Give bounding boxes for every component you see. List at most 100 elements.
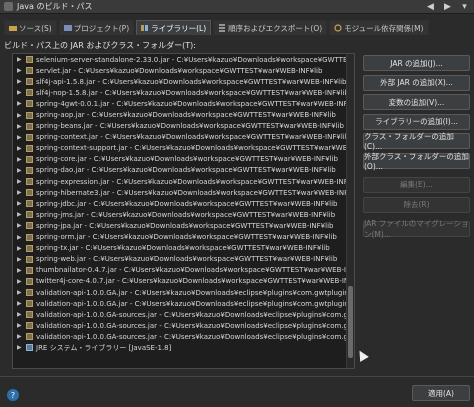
list-item[interactable]: ▶ validation-api-1.0.0.GA-sources.jar - C…	[13, 320, 354, 331]
list-item[interactable]: ▶ JRE システム・ライブラリー [JavaSE-1.8]	[13, 342, 354, 353]
expand-chevron-icon[interactable]: ▶	[17, 222, 24, 229]
list-item-label: validation-api-1.0.0.GA.jar - C:¥Users¥k…	[36, 299, 354, 308]
add-jar-button[interactable]: JAR の追加(J)...	[363, 55, 470, 71]
forward-arrow-icon[interactable]: ▶	[442, 1, 453, 12]
list-item[interactable]: ▶ validation-api-1.0.0.GA.jar - C:¥Users¥…	[13, 287, 354, 298]
list-item[interactable]: ▶ validation-api-1.0.0.GA-sources.jar - C…	[13, 309, 354, 320]
list-item-label: spring-aop.jar - C:¥Users¥kazuo¥Download…	[36, 111, 336, 120]
jar-icon	[26, 144, 33, 152]
list-item[interactable]: ▶ spring-4gwt-0.0.1.jar - C:¥Users¥kazuo¥…	[13, 98, 354, 109]
jar-icon	[26, 100, 33, 108]
list-item[interactable]: ▶ spring-beans.jar - C:¥Users¥kazuo¥Downl…	[13, 121, 354, 132]
expand-chevron-icon[interactable]: ▶	[17, 123, 24, 130]
list-item[interactable]: ▶ slf4j-nop-1.5.8.jar - C:¥Users¥kazuo¥Do…	[13, 87, 354, 98]
list-item[interactable]: ▶ spring-expression.jar - C:¥Users¥kazuo¥…	[13, 176, 354, 187]
jar-icon	[26, 233, 33, 241]
list-item[interactable]: ▶ thumbnailator-0.4.7.jar - C:¥Users¥kazu…	[13, 265, 354, 276]
list-item[interactable]: ▶ spring-jpa.jar - C:¥Users¥kazuo¥Downloa…	[13, 220, 354, 231]
tab-source[interactable]: ソース(S)	[4, 20, 57, 35]
expand-chevron-icon[interactable]: ▶	[17, 78, 24, 85]
expand-chevron-icon[interactable]: ▶	[17, 344, 24, 351]
expand-chevron-icon[interactable]: ▶	[17, 211, 24, 218]
window-title: Java のビルド・パス	[17, 2, 93, 11]
list-item[interactable]: ▶ validation-api-1.0.0.GA-sources.jar - C…	[13, 331, 354, 342]
expand-chevron-icon[interactable]: ▶	[17, 245, 24, 252]
classpath-entry-list[interactable]: ▶ selenium-server-standalone-2.33.0.jar -…	[12, 53, 355, 369]
list-item[interactable]: ▶ spring-orm.jar - C:¥Users¥kazuo¥Downloa…	[13, 232, 354, 243]
expand-chevron-icon[interactable]: ▶	[17, 189, 24, 196]
edit-button[interactable]: 編集(E)...	[363, 176, 470, 193]
tab-projects[interactable]: プロジェクト(P)	[58, 20, 135, 35]
list-item[interactable]: ▶ spring-context.jar - C:¥Users¥kazuo¥Dow…	[13, 132, 354, 143]
add-external-jar-button[interactable]: 外部 JAR の追加(X)...	[363, 74, 470, 91]
list-item-label: spring-web.jar - C:¥Users¥kazuo¥Download…	[36, 255, 338, 264]
tab-order-export-label: 順序およびエクスポート(O)	[228, 23, 323, 33]
list-item[interactable]: ▶ twitter4j-core-4.0.7.jar - C:¥Users¥kaz…	[13, 276, 354, 287]
list-item-label: spring-jms.jar - C:¥Users¥kazuo¥Download…	[36, 210, 336, 219]
vertical-scrollbar[interactable]	[346, 54, 354, 368]
classpath-rows: ▶ selenium-server-standalone-2.33.0.jar -…	[13, 54, 354, 354]
list-item-label: spring-hibernate3.jar - C:¥Users¥kazuo¥D…	[36, 188, 354, 197]
tab-libraries[interactable]: ライブラリー(L)	[136, 20, 212, 35]
mouse-cursor-icon	[355, 348, 369, 362]
list-item[interactable]: ▶ spring-dao.jar - C:¥Users¥kazuo¥Downloa…	[13, 165, 354, 176]
expand-chevron-icon[interactable]: ▶	[17, 89, 24, 96]
list-item-label: slf4j-nop-1.5.8.jar - C:¥Users¥kazuo¥Dow…	[36, 88, 349, 97]
expand-chevron-icon[interactable]: ▶	[17, 322, 24, 329]
expand-chevron-icon[interactable]: ▶	[17, 134, 24, 141]
add-library-button[interactable]: ライブラリーの追加(I)...	[363, 113, 470, 130]
order-icon	[219, 24, 226, 32]
expand-chevron-icon[interactable]: ▶	[17, 289, 24, 296]
list-item[interactable]: ▶ servlet.jar - C:¥Users¥kazuo¥Downloads¥…	[13, 65, 354, 76]
list-item[interactable]: ▶ spring-core.jar - C:¥Users¥kazuo¥Downlo…	[13, 154, 354, 165]
expand-chevron-icon[interactable]: ▶	[17, 333, 24, 340]
list-item[interactable]: ▶ spring-tx.jar - C:¥Users¥kazuo¥Download…	[13, 243, 354, 254]
jar-icon	[26, 155, 33, 163]
list-item[interactable]: ▶ spring-aop.jar - C:¥Users¥kazuo¥Downloa…	[13, 109, 354, 120]
expand-chevron-icon[interactable]: ▶	[17, 167, 24, 174]
list-item-label: spring-jdbc.jar - C:¥Users¥kazuo¥Downloa…	[36, 199, 338, 208]
expand-chevron-icon[interactable]: ▶	[17, 234, 24, 241]
expand-chevron-icon[interactable]: ▶	[17, 56, 24, 63]
add-variable-button[interactable]: 変数の追加(V)...	[363, 94, 470, 111]
list-item[interactable]: ▶ spring-jms.jar - C:¥Users¥kazuo¥Downloa…	[13, 209, 354, 220]
expand-chevron-icon[interactable]: ▶	[17, 178, 24, 185]
menu-chevron-icon[interactable]: ▾	[459, 1, 470, 12]
list-item[interactable]: ▶ spring-web.jar - C:¥Users¥kazuo¥Downloa…	[13, 254, 354, 265]
jar-icon	[26, 222, 33, 230]
list-item[interactable]: ▶ spring-hibernate3.jar - C:¥Users¥kazuo¥…	[13, 187, 354, 198]
expand-chevron-icon[interactable]: ▶	[17, 256, 24, 263]
library-icon	[141, 25, 149, 31]
back-arrow-icon[interactable]: ◀	[425, 1, 436, 12]
expand-chevron-icon[interactable]: ▶	[17, 300, 24, 307]
scrollbar-thumb[interactable]	[348, 286, 353, 358]
expand-chevron-icon[interactable]: ▶	[17, 311, 24, 318]
expand-chevron-icon[interactable]: ▶	[17, 67, 24, 74]
expand-chevron-icon[interactable]: ▶	[17, 156, 24, 163]
list-item[interactable]: ▶ selenium-server-standalone-2.33.0.jar -…	[13, 54, 354, 65]
jar-icon	[26, 200, 33, 208]
expand-chevron-icon[interactable]: ▶	[17, 278, 24, 285]
expand-chevron-icon[interactable]: ▶	[17, 100, 24, 107]
list-item[interactable]: ▶ validation-api-1.0.0.GA.jar - C:¥Users¥…	[13, 298, 354, 309]
expand-chevron-icon[interactable]: ▶	[17, 200, 24, 207]
expand-chevron-icon[interactable]: ▶	[17, 145, 24, 152]
jar-icon	[26, 277, 33, 285]
list-item-label: spring-jpa.jar - C:¥Users¥kazuo¥Download…	[36, 221, 334, 230]
add-class-folder-button[interactable]: クラス・フォルダーの追加(C)...	[363, 132, 470, 151]
expand-chevron-icon[interactable]: ▶	[17, 267, 24, 274]
list-item[interactable]: ▶ spring-context-support.jar - C:¥Users¥k…	[13, 143, 354, 154]
remove-button[interactable]: 除去(R)	[363, 196, 470, 213]
add-external-class-folder-button[interactable]: 外部クラス・フォルダーの追加(O)...	[363, 152, 470, 171]
migrate-jar-button[interactable]: JAR ファイルのマイグレーション(M)...	[363, 219, 470, 239]
expand-chevron-icon[interactable]: ▶	[17, 112, 24, 119]
jar-icon	[26, 300, 33, 308]
list-item[interactable]: ▶ slf4j-api-1.5.8.jar - C:¥Users¥kazuo¥Do…	[13, 76, 354, 87]
tab-order-export[interactable]: 順序およびエクスポート(O)	[213, 20, 328, 35]
module-icon	[334, 24, 342, 32]
help-icon[interactable]: ?	[7, 389, 19, 401]
list-item[interactable]: ▶ spring-jdbc.jar - C:¥Users¥kazuo¥Downlo…	[13, 198, 354, 209]
apply-button[interactable]: 適用(A)	[412, 385, 470, 401]
jar-icon	[26, 56, 33, 64]
tab-module-dependencies[interactable]: モジュール依存関係(M)	[329, 20, 429, 35]
